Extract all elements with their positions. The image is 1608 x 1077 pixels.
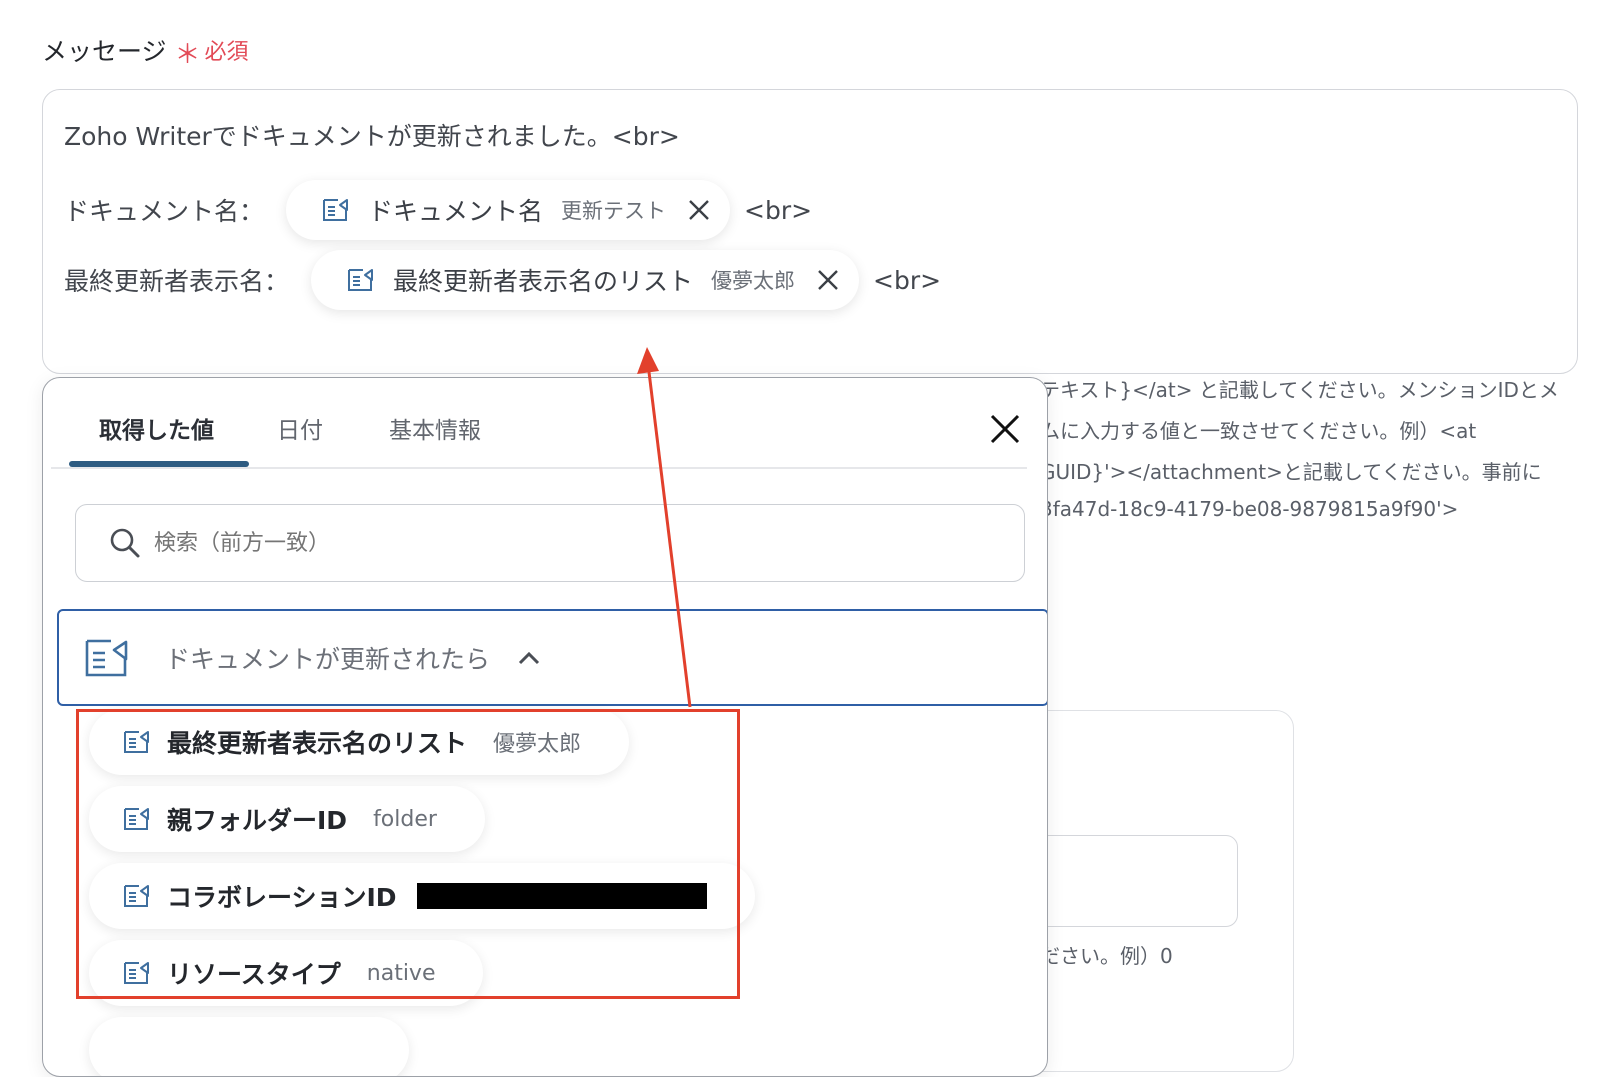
annotation-arrow	[637, 347, 692, 708]
